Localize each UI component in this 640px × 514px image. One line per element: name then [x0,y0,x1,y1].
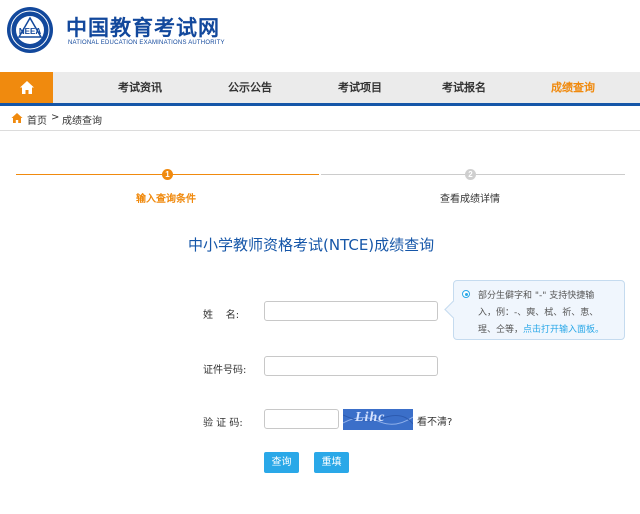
tooltip-line-1: 部分生僻字和 "-" 支持快捷输 [478,291,595,301]
reset-button[interactable]: 重填 [314,452,349,473]
emblem-text: NEEA [19,27,41,36]
home-icon [19,81,34,94]
site-subtitle: NATIONAL EDUCATION EXAMINATIONS AUTHORIT… [68,40,225,46]
name-input[interactable] [264,301,438,321]
nav-item-exam-projects[interactable]: 考试项目 [338,72,382,103]
tooltip-line-3-text: 瑆、仝等， [478,325,524,335]
breadcrumb-home-link[interactable]: 首页 [27,112,47,127]
captcha-label: 验 证 码: [203,418,243,429]
captcha-input[interactable] [264,409,339,429]
nav-item-announcements[interactable]: 公示公告 [228,72,272,103]
nav-item-score-query[interactable]: 成绩查询 [551,72,595,103]
nav-item-registration[interactable]: 考试报名 [442,72,486,103]
tooltip-line-3: 瑆、仝等，点击打开输入面板。 [478,322,604,335]
tooltip-arrow [444,300,463,319]
captcha-image-text: Lihc [355,410,386,425]
nav-home-button[interactable] [0,72,53,103]
breadcrumb-current: 成绩查询 [62,116,102,127]
id-number-label: 证件号码: [203,365,247,376]
step-1-label: 输入查询条件 [136,194,196,205]
form-title: 中小学教师资格考试(NTCE)成绩查询 [188,236,435,254]
step-1-marker: 1 [162,169,173,180]
site-title[interactable]: 中国教育考试网 [66,12,220,42]
site-header: NEEA 中国教育考试网 NATIONAL EDUCATION EXAMINAT… [0,0,640,72]
breadcrumb-separator: > [51,112,60,123]
captcha-refresh-link[interactable]: 看不清? [417,413,452,428]
id-number-input[interactable] [264,356,438,376]
open-input-panel-link[interactable]: 点击打开输入面板。 [523,325,604,335]
hint-bullet-icon [462,290,470,298]
tooltip-line-2: 入，例：-、奭、栻、祈、恵、 [478,308,599,318]
nav-item-exam-news[interactable]: 考试资讯 [118,72,162,103]
breadcrumb: 首页 > 成绩查询 [0,106,640,131]
breadcrumb-home-icon [11,113,23,123]
submit-query-button[interactable]: 查询 [264,452,299,473]
input-hint-tooltip: 部分生僻字和 "-" 支持快捷输 入，例：-、奭、栻、祈、恵、 瑆、仝等，点击打… [444,280,625,340]
main-nav: 考试资讯 公示公告 考试项目 考试报名 成绩查询 [0,72,640,106]
name-label: 姓 名: [203,310,240,321]
neea-emblem-logo[interactable]: NEEA [6,6,54,54]
captcha-image[interactable]: Lihc [343,409,413,430]
step-2-marker: 2 [465,169,476,180]
step-2-label: 查看成绩详情 [440,194,500,205]
